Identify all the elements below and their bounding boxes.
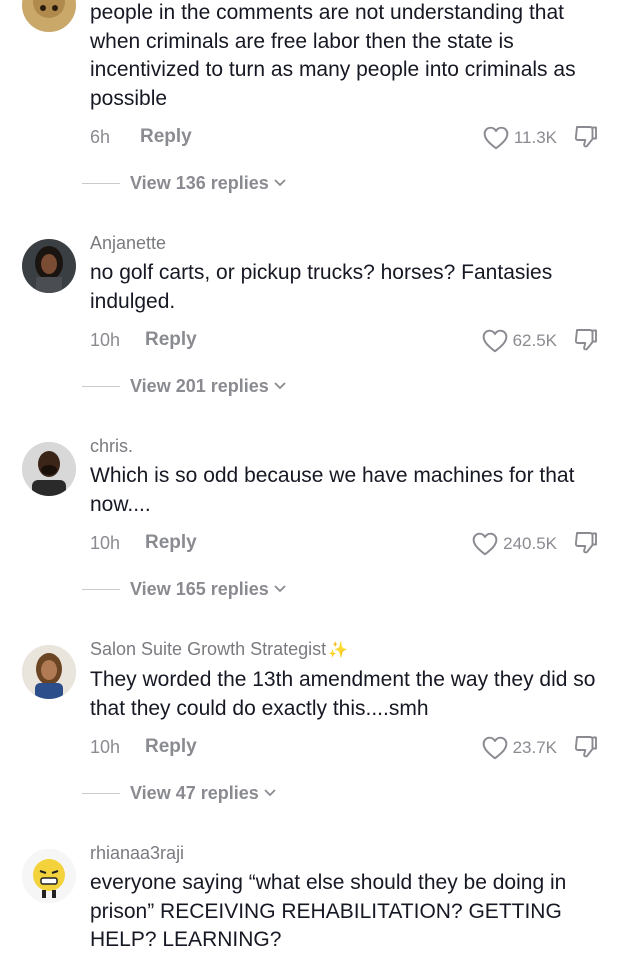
view-replies-button[interactable]: View 201 replies <box>82 373 287 399</box>
view-replies-label: View 165 replies <box>130 578 269 599</box>
divider <box>82 385 120 387</box>
heart-outline-icon <box>482 736 507 760</box>
thumbs-down-icon[interactable] <box>573 327 599 353</box>
comment-text: no golf carts, or pickup trucks? horses?… <box>90 261 553 313</box>
chevron-down-icon <box>264 789 276 797</box>
chevron-down-icon <box>274 382 286 390</box>
reply-button[interactable]: Reply <box>140 126 192 148</box>
comment-text: They worded the 13th amendment the way t… <box>90 668 596 720</box>
comment-time: 10h <box>90 737 121 757</box>
chevron-down-icon <box>274 179 286 187</box>
divider <box>82 182 120 184</box>
like-count: 240.5K <box>503 534 557 553</box>
username-text: Salon Suite Growth Strategist <box>90 639 327 659</box>
view-replies-label: View 47 replies <box>130 782 259 803</box>
thumbs-down-icon[interactable] <box>573 734 599 760</box>
like-button[interactable]: 23.7K <box>482 733 557 763</box>
divider <box>82 588 120 590</box>
comment-time: 10h <box>90 330 121 350</box>
comment-meta: 6h Reply 11.3K <box>90 123 599 153</box>
view-replies-button[interactable]: View 47 replies <box>82 780 277 806</box>
like-button[interactable]: 11.3K <box>483 123 557 153</box>
chevron-down-icon <box>274 585 286 593</box>
comment-username[interactable]: Anjanette <box>90 233 166 254</box>
comment-meta: 10h Reply 240.5K <box>90 529 599 559</box>
heart-outline-icon <box>483 126 509 150</box>
view-replies-button[interactable]: View 136 replies <box>82 170 287 196</box>
reply-button[interactable]: Reply <box>145 329 197 351</box>
heart-outline-icon <box>472 532 498 556</box>
avatar[interactable] <box>22 239 76 293</box>
comment-text: Which is so odd because we have machines… <box>90 464 575 516</box>
comment-time: 10h <box>90 533 121 553</box>
comment-text: everyone saying “what else should they b… <box>90 871 567 951</box>
comment-username[interactable]: Salon Suite Growth Strategist ✨ <box>90 639 348 660</box>
reply-button[interactable]: Reply <box>145 736 197 758</box>
comment-text: people in the comments are not understan… <box>90 1 576 110</box>
like-button[interactable]: 62.5K <box>482 326 557 356</box>
like-count: 11.3K <box>513 128 557 147</box>
like-button[interactable]: 240.5K <box>472 529 557 559</box>
comment-username[interactable]: chris. <box>90 436 133 457</box>
avatar[interactable] <box>22 442 76 496</box>
thumbs-down-icon[interactable] <box>573 124 599 150</box>
view-replies-label: View 136 replies <box>130 172 269 193</box>
avatar[interactable] <box>22 0 76 32</box>
like-count: 23.7K <box>512 738 557 757</box>
comment-meta: 10h Reply 23.7K <box>90 733 599 763</box>
view-replies-label: View 201 replies <box>130 375 269 396</box>
avatar[interactable] <box>22 849 76 903</box>
comment-meta: 10h Reply 62.5K <box>90 326 599 356</box>
comment-time: 6h <box>90 127 111 147</box>
reply-button[interactable]: Reply <box>145 532 197 554</box>
avatar[interactable] <box>22 645 76 699</box>
heart-outline-icon <box>482 329 507 353</box>
divider <box>82 792 120 794</box>
like-count: 62.5K <box>512 331 557 350</box>
thumbs-down-icon[interactable] <box>573 530 599 556</box>
view-replies-button[interactable]: View 165 replies <box>82 576 287 602</box>
comment-username[interactable]: rhianaa3raji <box>90 843 184 864</box>
sparkle-icon: ✨ <box>328 642 349 659</box>
